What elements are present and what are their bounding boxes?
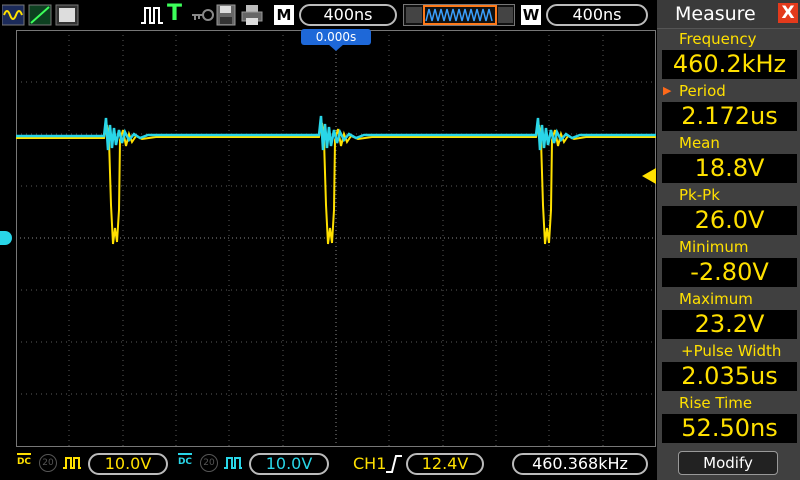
measure-label-maximum[interactable]: Maximum [657,289,797,309]
waveform-overview[interactable] [403,4,515,26]
measure-panel-header: Measure X [657,0,800,29]
measure-value-period: 2.172us [662,102,797,131]
pulse-trigger-icon [141,7,163,24]
ch1-bw-limit[interactable]: 20 [39,454,57,472]
trigger-level-arrow-icon[interactable] [642,168,656,184]
measure-value-frequency: 460.2kHz [662,50,797,79]
ch2-waveform [16,115,656,151]
ch2-coupling[interactable]: DC [176,453,194,473]
measure-value-pulse-width: 2.035us [662,362,797,391]
measure-label-minimum[interactable]: Minimum [657,237,797,257]
ch2-bw-limit[interactable]: 20 [200,454,218,472]
measure-panel-title: Measure [675,3,756,25]
ch2-invert-icon[interactable] [223,456,243,470]
display-mode-icon[interactable] [2,4,82,26]
measure-value-pk-pk: 26.0V [662,206,797,235]
frequency-counter: 460.368kHz [512,453,648,475]
trigger-source[interactable]: CH1 [353,455,386,473]
measure-label-frequency[interactable]: Frequency [657,29,797,49]
main-timebase-label: M [274,5,294,25]
ch1-invert-icon[interactable] [62,456,82,470]
measure-label-pk-pk[interactable]: Pk-Pk [657,185,797,205]
bottom-status-bar: DC 20 10.0V DC 20 10.0V CH1 12.4V 460.36… [0,448,656,480]
measure-label-period[interactable]: Period [657,81,797,101]
save-icon[interactable] [216,4,236,26]
waveform-display: 0.000s [16,29,656,447]
main-timebase-value[interactable]: 400ns [299,4,397,26]
trigger-position-arrow [328,44,344,51]
top-toolbar: T M 400ns W 400ns [0,0,656,30]
measure-value-mean: 18.8V [662,154,797,183]
window-timebase-value[interactable]: 400ns [546,4,648,26]
measure-label-pulse-width[interactable]: +Pulse Width [657,341,797,361]
modify-button[interactable]: Modify [678,451,778,475]
trigger-level[interactable]: 12.4V [406,453,484,475]
close-button[interactable]: X [778,3,798,23]
window-timebase-label: W [521,5,541,25]
trigger-position-marker[interactable]: 0.000s [301,29,371,45]
ch1-volts-div[interactable]: 10.0V [88,453,168,475]
measure-label-rise-time[interactable]: Rise Time [657,393,797,413]
trigger-status: T [167,1,183,26]
measure-value-maximum: 23.2V [662,310,797,339]
channel-ground-marker[interactable] [0,231,12,245]
key-icon[interactable] [190,6,214,24]
print-icon[interactable] [241,4,263,26]
measure-label-mean[interactable]: Mean [657,133,797,153]
ch1-coupling[interactable]: DC [15,453,33,473]
measure-value-rise-time: 52.50ns [662,414,797,443]
measure-panel: Measure X Frequency 460.2kHz Period 2.17… [657,0,800,480]
rising-edge-icon[interactable] [384,454,404,474]
ch2-volts-div[interactable]: 10.0V [249,453,329,475]
measure-value-minimum: -2.80V [662,258,797,287]
